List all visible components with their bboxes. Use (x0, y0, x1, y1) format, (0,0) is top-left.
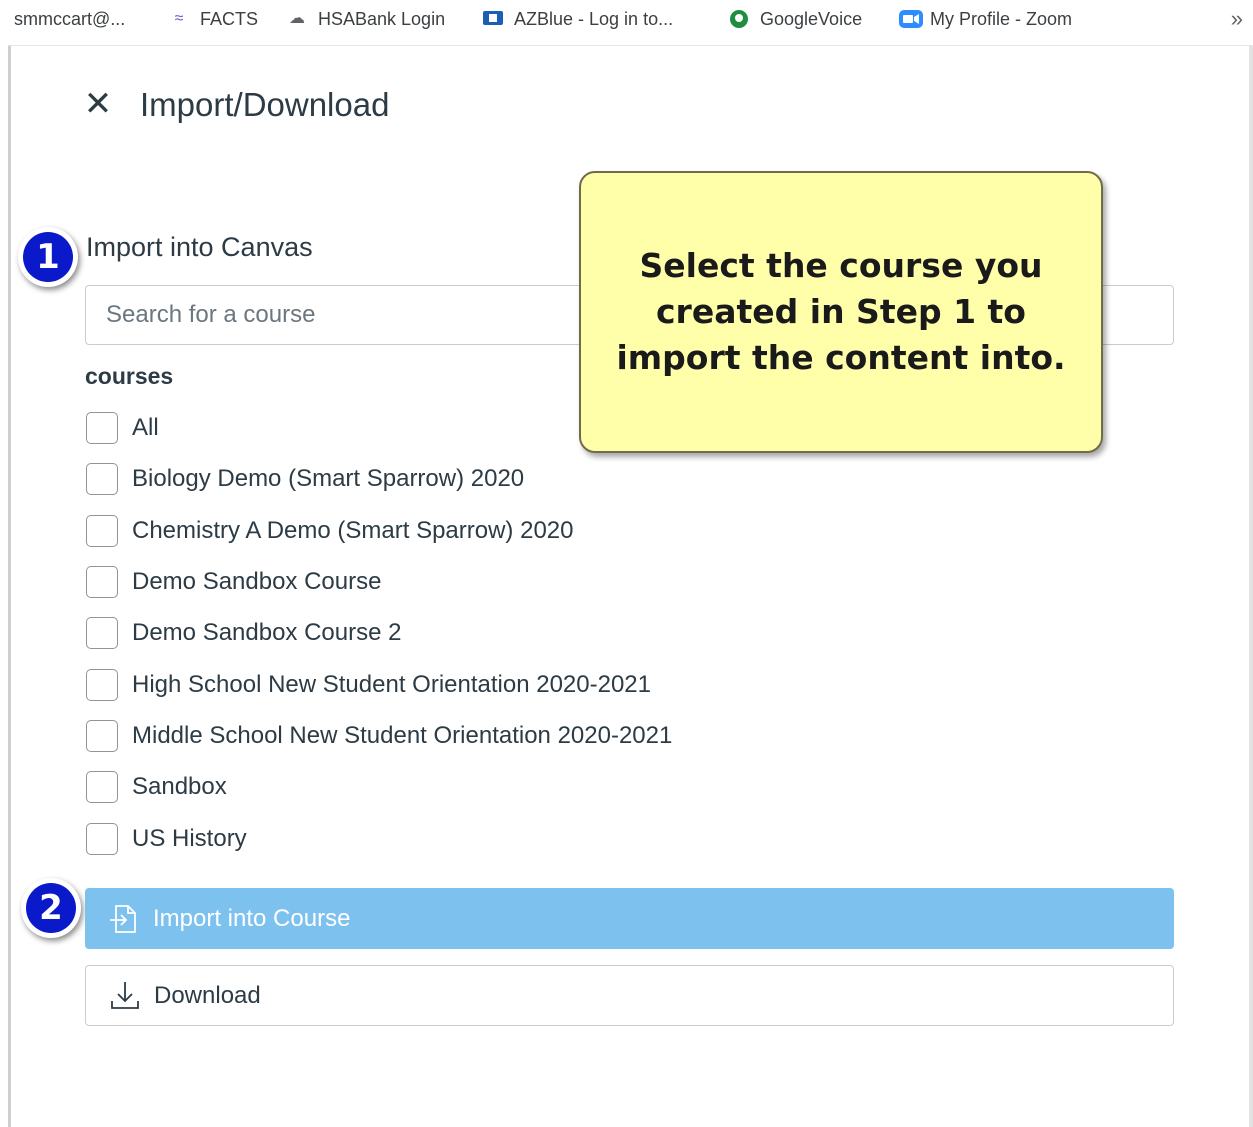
course-option-all[interactable]: All (86, 412, 159, 444)
checkbox[interactable] (86, 566, 118, 598)
checkbox[interactable] (86, 720, 118, 752)
course-option-demo-sandbox-2[interactable]: Demo Sandbox Course 2 (86, 617, 401, 649)
download-button-label: Download (154, 981, 261, 1009)
course-label: Biology Demo (Smart Sparrow) 2020 (132, 465, 525, 492)
step-marker-2: 2 (21, 878, 81, 938)
step-marker-1: 1 (18, 227, 78, 287)
google-voice-icon (728, 9, 750, 29)
bookmark-label: My Profile - Zoom (930, 8, 1073, 29)
course-label: All (132, 414, 159, 441)
checkbox[interactable] (86, 669, 118, 701)
checkbox[interactable] (86, 463, 118, 495)
download-button[interactable]: Download (85, 965, 1174, 1026)
facts-icon: ≈ (174, 10, 184, 27)
course-label: Demo Sandbox Course 2 (132, 619, 402, 646)
callout-text: Select the course you created in Step 1 … (596, 243, 1085, 381)
course-option-chemistry-demo[interactable]: Chemistry A Demo (Smart Sparrow) 2020 (86, 515, 573, 547)
callout-line: created in Step 1 to (656, 292, 1026, 331)
azblue-icon (482, 9, 504, 29)
bookmark-facts[interactable]: ≈ FACTS (168, 8, 258, 30)
import-into-course-button[interactable]: Import into Course (85, 888, 1174, 949)
checkbox[interactable] (86, 412, 118, 444)
course-label: Middle School New Student Orientation 20… (132, 722, 673, 749)
course-label: Demo Sandbox Course (132, 568, 382, 595)
bookmark-label: AZBlue - Log in to... (514, 8, 674, 29)
step-marker-number: 1 (23, 232, 73, 282)
course-label: Chemistry A Demo (Smart Sparrow) 2020 (132, 517, 574, 544)
zoom-icon (898, 9, 923, 29)
instruction-callout: Select the course you created in Step 1 … (579, 171, 1103, 453)
bookmark-label: FACTS (200, 8, 259, 29)
bookmark-googlevoice[interactable]: GoogleVoice (728, 8, 862, 30)
bookmark-label: HSABank Login (318, 8, 446, 29)
cloud-icon: ☁ (289, 10, 305, 27)
course-option-high-school-orientation[interactable]: High School New Student Orientation 2020… (86, 669, 651, 701)
callout-line: Select the course you (639, 246, 1043, 285)
bookmark-azblue[interactable]: AZBlue - Log in to... (482, 8, 673, 30)
course-option-sandbox[interactable]: Sandbox (86, 771, 227, 803)
bookmark-hsabank[interactable]: ☁ HSABank Login (286, 8, 445, 30)
checkbox[interactable] (86, 823, 118, 855)
close-icon[interactable]: ✕ (80, 86, 116, 122)
course-label: High School New Student Orientation 2020… (132, 671, 651, 698)
checkbox[interactable] (86, 515, 118, 547)
bookmark-zoom[interactable]: My Profile - Zoom (898, 8, 1072, 30)
screen: smmccart@... ≈ FACTS ☁ HSABank Login AZB… (0, 0, 1253, 1127)
courses-heading: courses (85, 363, 174, 389)
step-marker-number: 2 (26, 883, 76, 933)
import-icon (110, 904, 136, 933)
bookmarks-bar: smmccart@... ≈ FACTS ☁ HSABank Login AZB… (0, 0, 1253, 44)
page-title: Import/Download (140, 86, 390, 123)
page-left-border (8, 46, 11, 1127)
course-option-demo-sandbox[interactable]: Demo Sandbox Course (86, 566, 381, 598)
bookmark-label: GoogleVoice (760, 8, 863, 29)
bookmark-account[interactable]: smmccart@... (14, 8, 125, 30)
import-button-label: Import into Course (153, 904, 351, 932)
course-label: US History (132, 825, 247, 852)
course-option-middle-school-orientation[interactable]: Middle School New Student Orientation 20… (86, 720, 672, 752)
checkbox[interactable] (86, 617, 118, 649)
course-option-biology-demo[interactable]: Biology Demo (Smart Sparrow) 2020 (86, 463, 524, 495)
page-scrollbar[interactable] (1249, 46, 1253, 1127)
bookmarks-overflow-icon[interactable]: » (1231, 6, 1243, 32)
callout-line: import the content into. (616, 338, 1066, 377)
bookmark-label: smmccart@... (14, 8, 126, 29)
course-option-us-history[interactable]: US History (86, 823, 247, 855)
checkbox[interactable] (86, 771, 118, 803)
course-label: Sandbox (132, 773, 227, 800)
download-icon (111, 981, 139, 1009)
import-section-label: Import into Canvas (86, 232, 313, 262)
page-top-border (8, 45, 1253, 46)
